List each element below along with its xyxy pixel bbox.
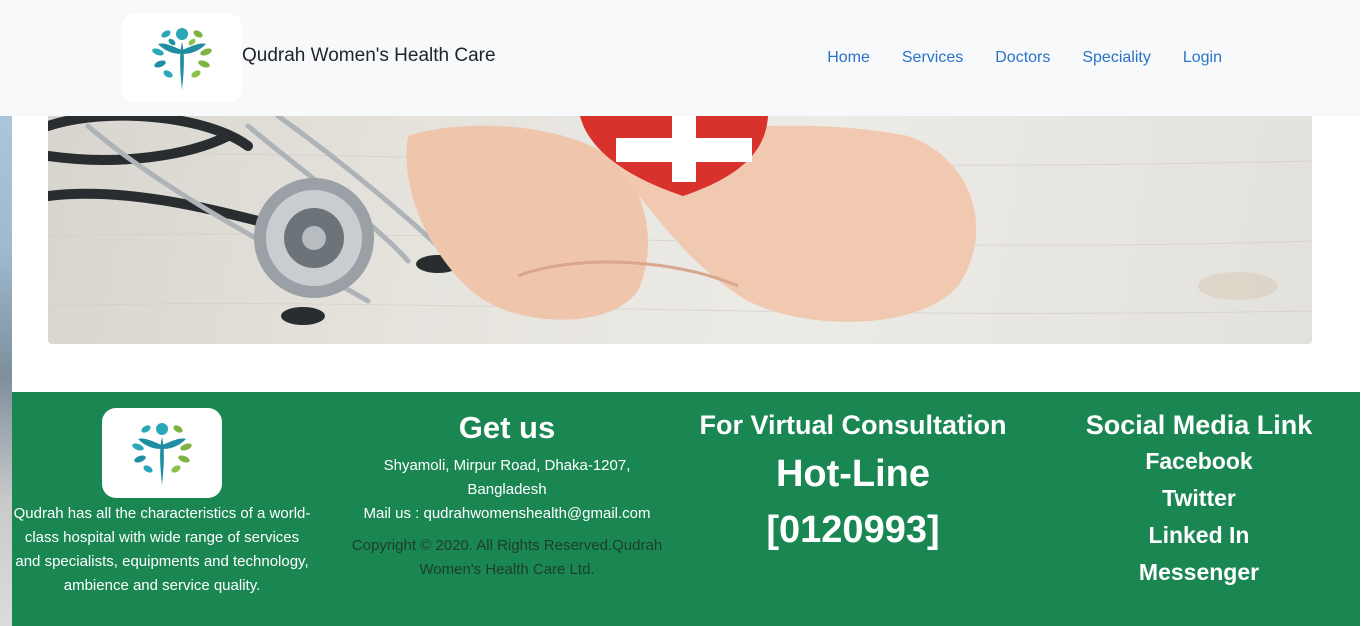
- mail-text[interactable]: Mail us : qudrahwomenshealth@gmail.com: [347, 502, 667, 526]
- linkedin-link[interactable]: Linked In: [1072, 517, 1326, 554]
- social-title: Social Media Link: [1085, 410, 1313, 440]
- nav-services[interactable]: Services: [902, 49, 963, 67]
- stethoscope-hands-heart-image: [48, 116, 1312, 325]
- nav-login[interactable]: Login: [1183, 49, 1222, 67]
- get-us-title: Get us: [458, 410, 556, 445]
- copyright-text: Copyright © 2020. All Rights Reserved.Qu…: [351, 537, 663, 578]
- main-nav: Home Services Doctors Speciality Login: [827, 49, 1222, 67]
- twitter-link[interactable]: Twitter: [1072, 480, 1326, 517]
- tree-logo-icon: [132, 423, 192, 485]
- hotline-label: Hot-Line: [775, 453, 931, 495]
- footer-get-us: Get us Shyamoli, Mirpur Road, Dhaka-1207…: [347, 410, 667, 582]
- footer-social: Social Media Link Facebook Twitter Linke…: [1072, 410, 1326, 591]
- facebook-link[interactable]: Facebook: [1072, 443, 1326, 480]
- brand-name[interactable]: Qudrah Women's Health Care: [242, 45, 496, 67]
- messenger-link[interactable]: Messenger: [1072, 554, 1326, 591]
- nav-doctors[interactable]: Doctors: [995, 49, 1050, 67]
- virtual-title: For Virtual Consultation: [699, 410, 1007, 440]
- hotline-number[interactable]: [0120993]: [692, 507, 1014, 553]
- footer: Qudrah has all the characteristics of a …: [12, 392, 1360, 626]
- nav-home[interactable]: Home: [827, 49, 870, 67]
- nav-speciality[interactable]: Speciality: [1082, 49, 1150, 67]
- footer-virtual-consultation: For Virtual Consultation Hot-Line [01209…: [692, 410, 1014, 553]
- footer-about: Qudrah has all the characteristics of a …: [12, 408, 312, 598]
- footer-logo: [102, 408, 222, 498]
- hero-image: [48, 116, 1312, 344]
- navbar: Qudrah Women's Health Care Home Services…: [0, 0, 1360, 116]
- tree-logo-icon: [152, 28, 212, 90]
- address-text: Shyamoli, Mirpur Road, Dhaka-1207, Bangl…: [383, 457, 631, 498]
- brand-logo[interactable]: [122, 13, 242, 103]
- footer-about-text: Qudrah has all the characteristics of a …: [13, 505, 311, 594]
